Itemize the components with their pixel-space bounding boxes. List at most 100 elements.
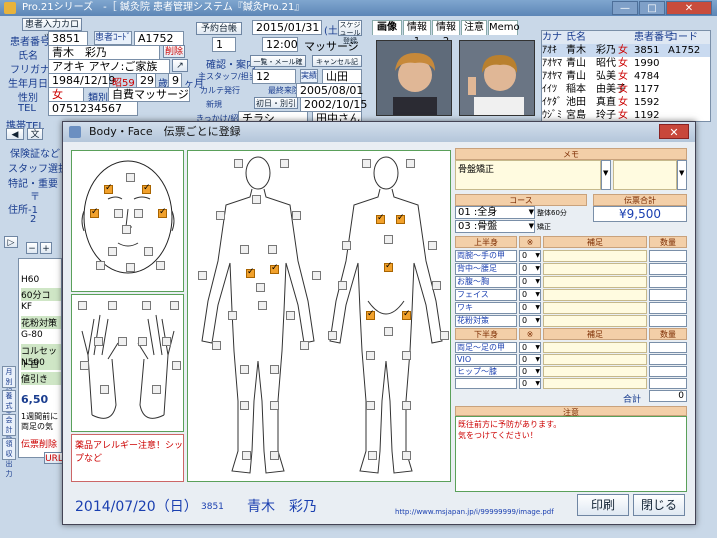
plus-button[interactable]: +	[40, 242, 52, 254]
maximize-button[interactable]: □	[639, 1, 665, 15]
body-area-checkbox[interactable]	[126, 263, 135, 272]
body-area-checkbox[interactable]	[366, 309, 375, 320]
body-area-checkbox[interactable]	[216, 211, 225, 220]
upper-value-select[interactable]: 0 ▼	[519, 289, 541, 301]
body-area-checkbox[interactable]	[80, 361, 89, 370]
minus-button[interactable]: −	[26, 242, 38, 254]
close-dialog-button[interactable]: 閉じる	[633, 494, 685, 516]
upper-value-select[interactable]: 0 ▼	[519, 263, 541, 275]
body-area-checkbox[interactable]	[234, 159, 243, 168]
schedule-register-button[interactable]: スケジュール登録	[338, 20, 362, 45]
close-button[interactable]: ✕	[666, 1, 712, 15]
body-area-checkbox[interactable]	[396, 213, 405, 224]
upper-value-select[interactable]: 0 ▼	[519, 302, 541, 314]
upper-note-field[interactable]	[543, 263, 647, 275]
body-area-checkbox[interactable]	[142, 301, 151, 310]
body-area-checkbox[interactable]	[432, 281, 441, 290]
tel-field[interactable]: 0751234567	[48, 101, 138, 116]
body-area-checkbox[interactable]	[212, 341, 221, 350]
body-area-checkbox[interactable]	[402, 351, 411, 360]
lower-qty-field[interactable]	[649, 354, 687, 365]
body-area-checkbox[interactable]	[402, 401, 411, 410]
body-area-checkbox[interactable]	[142, 183, 151, 194]
intro-date[interactable]: 2002/10/15	[300, 97, 367, 112]
upper-note-field[interactable]	[543, 302, 647, 314]
body-area-checkbox[interactable]	[406, 159, 415, 168]
upper-qty-field[interactable]	[649, 250, 687, 262]
body-area-checkbox[interactable]	[118, 337, 127, 346]
notes-box[interactable]: 既往前方に予防があります。 気をつけてください！	[455, 416, 687, 492]
upper-qty-field[interactable]	[649, 289, 687, 301]
memo-field-2[interactable]	[613, 160, 677, 190]
last-visit-date[interactable]: 2005/08/01	[296, 83, 363, 98]
patient-code-field[interactable]: A1752	[134, 31, 184, 46]
upper-qty-field[interactable]	[649, 315, 687, 327]
mail-list-button[interactable]: 一覧・メール確認	[250, 55, 306, 78]
body-area-checkbox[interactable]	[338, 281, 347, 290]
body-area-checkbox[interactable]	[108, 247, 117, 256]
lower-note-field[interactable]	[543, 354, 647, 365]
strip-delete[interactable]: 伝票削除	[21, 437, 57, 450]
lower-value-select[interactable]: 0 ▼	[519, 366, 541, 377]
lower-qty-field[interactable]	[649, 366, 687, 377]
body-area-checkbox[interactable]	[384, 327, 393, 336]
dob-field[interactable]: 1984/12/19	[48, 73, 115, 88]
body-area-checkbox[interactable]	[342, 241, 351, 250]
upper-note-field[interactable]	[543, 315, 647, 327]
appointment-book-button[interactable]: 予約台帳	[196, 22, 242, 35]
dialog-close-button[interactable]: ✕	[659, 124, 689, 139]
body-area-checkbox[interactable]	[90, 207, 99, 218]
body-area-checkbox[interactable]	[270, 451, 279, 460]
body-area-checkbox[interactable]	[158, 207, 167, 218]
body-area-checkbox[interactable]	[240, 401, 249, 410]
body-area-checkbox[interactable]	[172, 361, 181, 370]
body-area-checkbox[interactable]	[268, 245, 277, 254]
receipt-button[interactable]: 領収出力	[2, 438, 16, 478]
appointment-num[interactable]: 1	[212, 37, 236, 52]
left-btn-2[interactable]: 文	[27, 128, 43, 140]
body-area-checkbox[interactable]	[122, 225, 131, 234]
tab-info2[interactable]: 情報2	[432, 20, 460, 47]
notebook-button[interactable]: 養式手帳	[2, 390, 16, 430]
body-area-checkbox[interactable]	[440, 331, 449, 340]
expand-button[interactable]: ▷	[4, 236, 18, 248]
url-button[interactable]: URL	[44, 452, 64, 464]
appointment-time[interactable]: 12:00	[262, 37, 298, 52]
print-button[interactable]: 印刷	[577, 494, 629, 516]
body-area-checkbox[interactable]	[96, 261, 105, 270]
list-item[interactable]: ｱｵｷ 青木 彩乃女 3851 A1752	[542, 44, 710, 57]
body-area-checkbox[interactable]	[198, 271, 207, 280]
body-area-checkbox[interactable]	[78, 301, 87, 310]
lower-note-field[interactable]	[543, 342, 647, 353]
body-area-checkbox[interactable]	[402, 309, 411, 320]
body-area-checkbox[interactable]	[162, 337, 171, 346]
lower-value-select[interactable]: 0 ▼	[519, 342, 541, 353]
body-area-checkbox[interactable]	[240, 245, 249, 254]
body-area-checkbox[interactable]	[126, 173, 135, 182]
body-area-checkbox[interactable]	[94, 337, 103, 346]
body-area-checkbox[interactable]	[246, 267, 255, 278]
body-area-checkbox[interactable]	[312, 271, 321, 280]
body-area-checkbox[interactable]	[134, 209, 143, 218]
body-area-checkbox[interactable]	[240, 365, 249, 374]
body-area-checkbox[interactable]	[366, 351, 375, 360]
memo-dropdown-1[interactable]: ▼	[601, 160, 611, 190]
list-item[interactable]: ｱｵﾔﾏ 青山 昭代女 1990	[542, 57, 710, 70]
lower-value-select[interactable]: 0 ▼	[519, 354, 541, 365]
tab-info1[interactable]: 情報1	[403, 20, 431, 47]
body-area-checkbox[interactable]	[156, 261, 165, 270]
body-area-checkbox[interactable]	[108, 301, 117, 310]
upper-value-select[interactable]: 0 ▼	[519, 276, 541, 288]
body-area-checkbox[interactable]	[328, 331, 337, 340]
body-area-checkbox[interactable]	[256, 283, 265, 292]
upper-qty-field[interactable]	[649, 276, 687, 288]
body-area-checkbox[interactable]	[242, 451, 251, 460]
memo-dropdown-2[interactable]: ▼	[677, 160, 687, 190]
body-area-checkbox[interactable]	[258, 301, 267, 310]
upper-value-select[interactable]: 0 ▼	[519, 315, 541, 327]
staff-name[interactable]: 山田	[322, 69, 362, 84]
body-area-checkbox[interactable]	[270, 263, 279, 274]
name-field[interactable]: 青木 彩乃	[48, 45, 160, 60]
furigana-field[interactable]: アオキ アヤノ:ご家族	[48, 59, 170, 74]
body-area-checkbox[interactable]	[138, 337, 147, 346]
